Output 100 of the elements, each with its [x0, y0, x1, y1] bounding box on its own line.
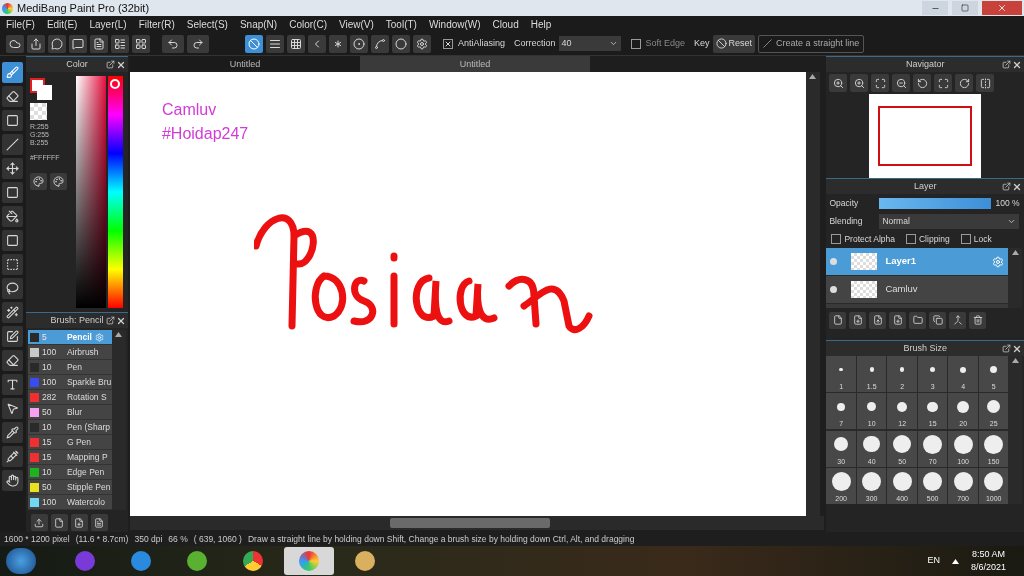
tool-button[interactable]: [2, 326, 24, 347]
tool-button[interactable]: [2, 398, 24, 419]
popout-icon[interactable]: [105, 60, 115, 69]
menu-item[interactable]: Layer(L): [89, 16, 127, 32]
start-button[interactable]: [6, 548, 36, 574]
undo-button[interactable]: [162, 34, 184, 53]
scrollbar[interactable]: [1008, 248, 1023, 308]
snap-button[interactable]: [245, 34, 263, 53]
brush-item[interactable]: 100 Sparkle Bru: [27, 375, 112, 390]
snap-button[interactable]: [329, 34, 347, 53]
popout-icon[interactable]: [105, 316, 115, 325]
settings-icon[interactable]: [992, 255, 1005, 268]
checkbox[interactable]: [443, 38, 453, 49]
toolbar-button[interactable]: [132, 34, 150, 53]
menu-item[interactable]: Cloud: [492, 16, 519, 32]
popout-icon[interactable]: [1002, 60, 1011, 69]
color-gradient-picker[interactable]: [75, 76, 106, 308]
brush-item[interactable]: 50 Stipple Pen: [27, 480, 112, 495]
tool-button[interactable]: [2, 422, 24, 443]
snap-button[interactable]: [371, 34, 389, 53]
horizontal-scrollbar[interactable]: [129, 516, 825, 530]
brush-item[interactable]: 10 Pen: [27, 360, 112, 375]
checkbox[interactable]: [960, 234, 971, 244]
blending-dropdown[interactable]: Normal: [879, 213, 1020, 229]
navigator-button[interactable]: [934, 74, 953, 92]
toolbar-button[interactable]: [69, 34, 87, 53]
palette-button[interactable]: [29, 172, 47, 190]
brush-action-button[interactable]: [30, 514, 48, 531]
navigator-button[interactable]: [955, 74, 974, 92]
snap-button[interactable]: [350, 34, 368, 53]
tool-button[interactable]: [2, 206, 24, 227]
menu-item[interactable]: Snap(N): [239, 16, 278, 32]
popout-icon[interactable]: [1002, 344, 1011, 353]
tool-button[interactable]: [2, 182, 24, 203]
brush-item[interactable]: 15 G Pen: [27, 435, 112, 450]
menu-item[interactable]: Filter(R): [138, 16, 175, 32]
scroll-up-arrow-icon[interactable]: [809, 74, 817, 79]
popout-icon[interactable]: [1002, 182, 1011, 191]
tool-button[interactable]: [2, 158, 24, 179]
palette-settings-button[interactable]: [49, 172, 67, 190]
layer-action-button[interactable]: [889, 311, 907, 329]
tool-button[interactable]: [2, 254, 24, 275]
brush-item[interactable]: 10 Pen (Sharp: [27, 420, 112, 435]
scroll-up-arrow-icon[interactable]: [1011, 358, 1019, 363]
brush-action-button[interactable]: [90, 514, 108, 531]
brush-item[interactable]: 100 Watercolo: [27, 495, 112, 510]
navigator-button[interactable]: [829, 74, 848, 92]
toolbar-button[interactable]: [6, 34, 24, 53]
tool-button[interactable]: [2, 374, 24, 395]
layer-action-button[interactable]: [829, 311, 847, 329]
layer-action-button[interactable]: [849, 311, 867, 329]
menu-item[interactable]: Window(W): [428, 16, 481, 32]
navigator-button[interactable]: [850, 74, 869, 92]
layer-action-button[interactable]: [869, 311, 887, 329]
language-indicator[interactable]: EN: [927, 554, 940, 568]
brush-item[interactable]: 282 Rotation S: [27, 390, 112, 405]
navigator-button[interactable]: [871, 74, 890, 92]
snap-button[interactable]: [266, 34, 284, 53]
close-button[interactable]: [982, 1, 1022, 15]
brush-item[interactable]: 100 Airbrush: [27, 345, 112, 360]
straight-line-button[interactable]: Create a straight line: [758, 34, 865, 53]
tool-button[interactable]: [2, 278, 24, 299]
close-icon[interactable]: [1012, 343, 1022, 354]
brush-action-button[interactable]: [50, 514, 68, 531]
tool-button[interactable]: [2, 86, 24, 107]
scrollbar[interactable]: [1008, 356, 1023, 504]
layer-action-button[interactable]: [949, 311, 967, 329]
document-tab[interactable]: Untitled: [359, 56, 590, 72]
opacity-slider[interactable]: [879, 197, 992, 209]
close-icon[interactable]: [115, 59, 126, 70]
tool-button[interactable]: [2, 62, 24, 83]
menu-item[interactable]: Color(C): [289, 16, 327, 32]
hue-handle[interactable]: [110, 79, 121, 89]
tool-button[interactable]: [2, 302, 24, 323]
brush-item[interactable]: 50 Blur: [27, 405, 112, 420]
checkbox[interactable]: [630, 38, 641, 49]
color-swatch[interactable]: [29, 78, 52, 100]
tray-arrow-icon[interactable]: [951, 558, 959, 564]
toolbar-button[interactable]: [48, 34, 66, 53]
layer-row[interactable]: Camluv: [826, 276, 1009, 304]
tool-button[interactable]: [2, 350, 24, 371]
menu-item[interactable]: File(F): [6, 16, 35, 32]
snap-button[interactable]: [287, 34, 305, 53]
checkbox[interactable]: [906, 234, 916, 244]
tool-button[interactable]: [2, 446, 24, 467]
reset-button[interactable]: Reset: [712, 34, 756, 53]
tool-button[interactable]: [2, 470, 24, 491]
canvas[interactable]: Camluv #Hoidap247: [129, 72, 806, 516]
tool-button[interactable]: [2, 110, 24, 131]
brush-action-button[interactable]: [70, 514, 88, 531]
menu-item[interactable]: Tool(T): [385, 16, 417, 32]
close-icon[interactable]: [1012, 59, 1022, 70]
close-icon[interactable]: [115, 315, 126, 326]
toolbar-button[interactable]: [111, 34, 129, 53]
menu-item[interactable]: Edit(E): [46, 16, 78, 32]
layer-action-button[interactable]: [969, 311, 987, 329]
snap-button[interactable]: [413, 34, 431, 53]
layer-action-button[interactable]: [929, 311, 947, 329]
scroll-up-arrow-icon[interactable]: [115, 332, 123, 337]
navigator-button[interactable]: [913, 74, 932, 92]
